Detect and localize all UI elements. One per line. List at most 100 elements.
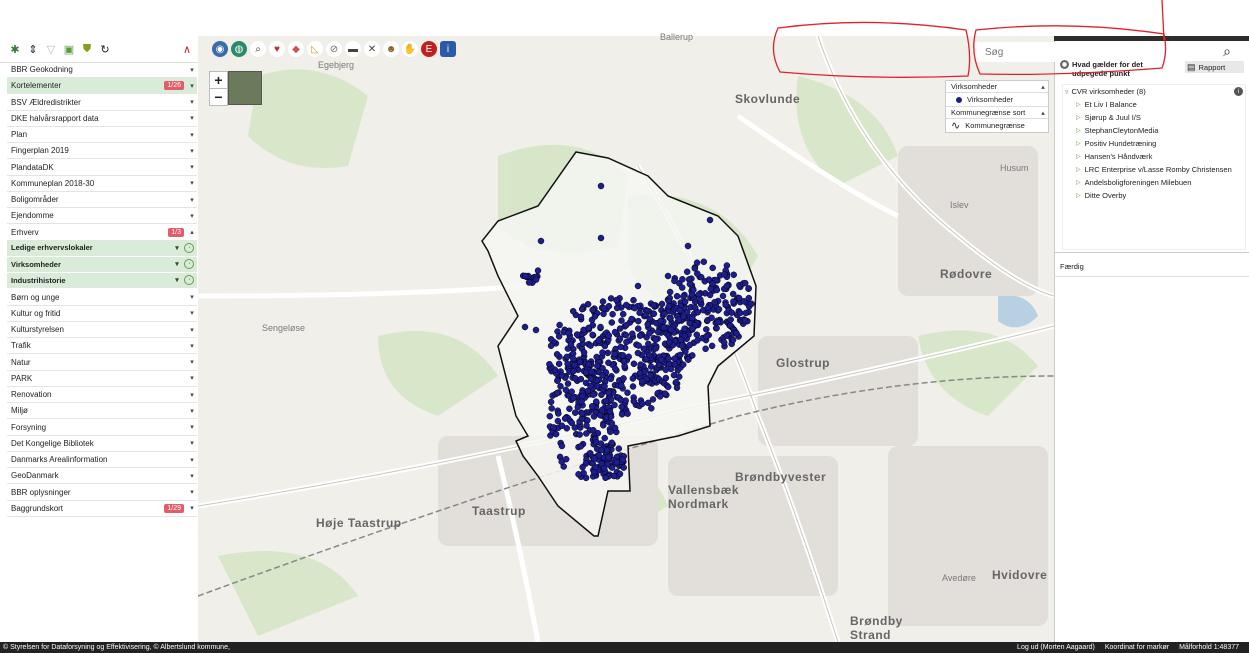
virksomhed-point[interactable] <box>689 325 696 332</box>
globe-icon[interactable]: ◍ <box>231 41 247 57</box>
cvr-item[interactable]: ▷ Ditte Overby <box>1063 189 1245 202</box>
virksomhed-point[interactable] <box>565 329 572 337</box>
virksomhed-point[interactable] <box>590 413 598 420</box>
virksomhed-point[interactable] <box>711 298 718 306</box>
virksomhed-point[interactable] <box>585 324 592 332</box>
layer-row[interactable]: Børn og unge ▾ <box>7 290 197 306</box>
virksomhed-point[interactable] <box>617 396 625 404</box>
virksomhed-point[interactable] <box>646 351 653 359</box>
virksomhed-point[interactable] <box>547 398 555 406</box>
zoom-in-button[interactable]: + <box>210 72 227 88</box>
virksomhed-point[interactable] <box>635 317 642 325</box>
virksomhed-point[interactable] <box>619 456 627 464</box>
virksomhed-point[interactable] <box>580 349 588 356</box>
virksomhed-point[interactable] <box>569 307 577 315</box>
virksomhed-point[interactable] <box>708 314 715 322</box>
virksomhed-point[interactable] <box>665 355 672 363</box>
chevron-down-icon[interactable]: ▾ <box>187 472 197 480</box>
virksomhed-point[interactable] <box>611 401 618 409</box>
virksomhed-point[interactable] <box>637 361 644 368</box>
virksomhed-point[interactable] <box>532 276 540 283</box>
virksomhed-point[interactable] <box>660 324 668 331</box>
virksomhed-point[interactable] <box>742 309 750 317</box>
virksomhed-point[interactable] <box>558 422 566 429</box>
virksomhed-point[interactable] <box>673 384 681 392</box>
virksomhed-point[interactable] <box>624 410 631 417</box>
info-point[interactable]: ◉ Hvad gælder for det udpegede punkt <box>1060 60 1180 78</box>
cvr-header[interactable]: ▿ CVR virksomheder (8) i <box>1063 85 1245 98</box>
layer-row[interactable]: BBR Geokodning ▾ <box>7 62 197 78</box>
virksomhed-point[interactable] <box>667 326 675 333</box>
cvr-item[interactable]: ▷ Et Liv I Balance <box>1063 98 1245 111</box>
virksomhed-point[interactable] <box>733 330 740 337</box>
virksomhed-point[interactable] <box>589 331 596 339</box>
virksomhed-point[interactable] <box>671 361 679 368</box>
virksomhed-point[interactable] <box>618 317 625 324</box>
tools-icon[interactable]: ✕ <box>364 41 380 57</box>
virksomhed-point[interactable] <box>664 383 672 391</box>
virksomhed-point[interactable] <box>558 442 566 450</box>
virksomhed-point[interactable] <box>644 321 651 328</box>
search-icon[interactable]: ⌕ <box>1223 43 1231 60</box>
virksomhed-point[interactable] <box>671 277 678 285</box>
chevron-down-icon[interactable]: ▾ <box>187 196 197 204</box>
virksomhed-point[interactable] <box>666 288 674 296</box>
virksomhed-point[interactable] <box>686 341 693 349</box>
virksomhed-point[interactable] <box>709 264 716 272</box>
clock-icon[interactable]: ◔ <box>184 242 194 253</box>
car-icon[interactable]: ▬ <box>345 41 361 57</box>
virksomhed-point[interactable] <box>720 339 728 346</box>
coordinate-toggle[interactable]: Koordinat for markør <box>1105 644 1169 651</box>
virksomhed-point[interactable] <box>555 410 562 417</box>
virksomhed-point[interactable] <box>691 304 699 311</box>
virksomhed-point[interactable] <box>571 374 579 382</box>
virksomhed-point[interactable] <box>590 426 597 434</box>
virksomhed-point[interactable] <box>681 325 688 333</box>
virksomhed-point[interactable] <box>630 296 637 304</box>
virksomhed-point[interactable] <box>700 258 708 266</box>
virksomhed-point[interactable] <box>630 360 638 368</box>
virksomhed-point[interactable] <box>667 315 674 322</box>
virksomhed-point[interactable] <box>553 351 561 358</box>
basemap-thumbnail[interactable] <box>228 71 262 105</box>
virksomhed-point[interactable] <box>677 336 685 343</box>
virksomhed-point[interactable] <box>579 392 586 400</box>
virksomhed-point[interactable] <box>576 358 584 366</box>
virksomhed-point[interactable] <box>748 300 755 308</box>
chevron-down-icon[interactable]: ▾ <box>187 309 197 317</box>
virksomhed-point[interactable] <box>735 294 743 302</box>
virksomhed-point[interactable] <box>629 375 637 382</box>
virksomhed-point[interactable] <box>664 272 672 280</box>
virksomhed-point[interactable] <box>546 412 554 420</box>
layer-row[interactable]: Ejendomme ▾ <box>7 208 197 225</box>
virksomhed-point[interactable] <box>623 301 630 309</box>
virksomhed-point[interactable] <box>678 284 686 291</box>
layer-row[interactable]: PlandataDK ▾ <box>7 160 197 176</box>
virksomhed-point[interactable] <box>678 342 686 349</box>
virksomhed-point[interactable] <box>639 400 646 408</box>
virksomhed-point[interactable] <box>585 361 592 368</box>
virksomhed-point[interactable] <box>679 276 686 283</box>
virksomhed-point[interactable] <box>570 394 577 402</box>
virksomhed-point[interactable] <box>647 371 654 379</box>
virksomhed-point[interactable] <box>658 300 666 308</box>
virksomhed-point[interactable] <box>590 468 598 476</box>
virksomhed-point[interactable] <box>593 353 600 361</box>
virksomhed-point[interactable] <box>608 439 616 447</box>
virksomhed-point[interactable] <box>618 411 626 418</box>
virksomhed-point[interactable] <box>623 321 630 329</box>
virksomhed-point[interactable] <box>582 369 590 376</box>
virksomhed-point[interactable] <box>619 352 627 359</box>
virksomhed-point[interactable] <box>577 442 585 450</box>
virksomhed-point[interactable] <box>689 352 696 359</box>
virksomhed-point[interactable] <box>599 372 606 379</box>
virksomhed-point[interactable] <box>601 434 608 442</box>
virksomhed-point[interactable] <box>654 328 662 336</box>
virksomhed-point[interactable] <box>568 388 575 395</box>
virksomhed-point[interactable] <box>568 419 576 427</box>
virksomhed-point[interactable] <box>607 295 615 302</box>
virksomhed-point[interactable] <box>605 332 613 339</box>
virksomhed-point[interactable] <box>713 286 721 294</box>
virksomhed-point[interactable] <box>639 377 646 385</box>
add-layer-icon[interactable]: ▣ <box>62 42 76 56</box>
